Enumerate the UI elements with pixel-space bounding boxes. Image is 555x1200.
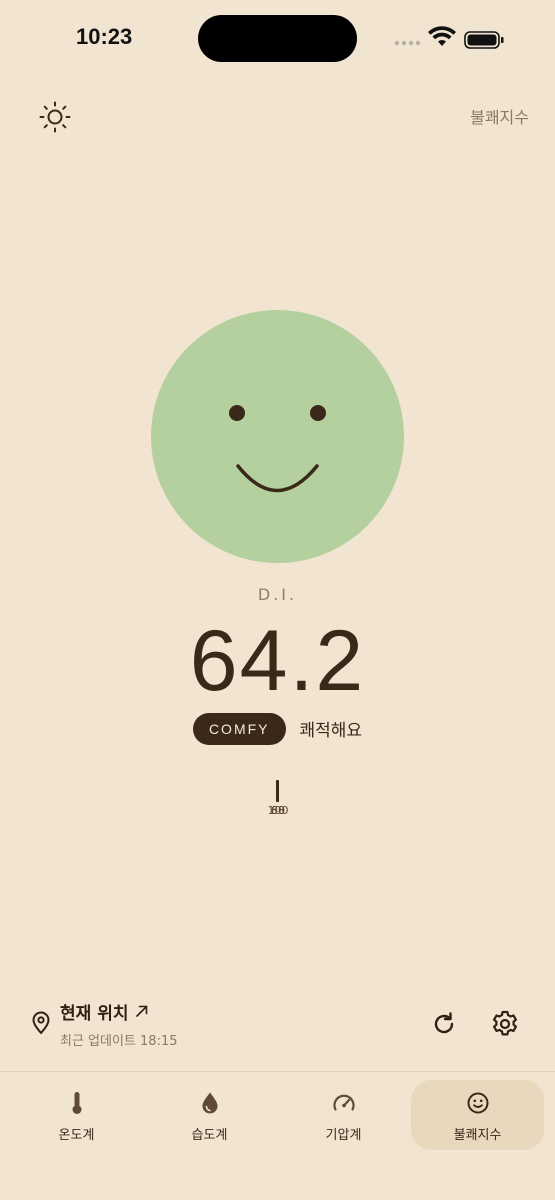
tab-label: 기압계 (325, 1128, 362, 1143)
theme-toggle-button[interactable] (38, 100, 72, 134)
status-description: 쾌적해요 (299, 720, 363, 741)
sun-icon (39, 101, 71, 133)
location-pin-icon (32, 1011, 50, 1034)
last-updated-text: 최근 업데이트 18:15 (60, 1034, 178, 1049)
tab-bar: 온도계 습도계 기압계 불쾌지수 (0, 1072, 555, 1200)
status-row: COMFY 쾌적해요 (0, 712, 555, 746)
settings-button[interactable] (490, 1009, 520, 1039)
top-bar: 불쾌지수 (0, 90, 555, 140)
page-title: 불쾌지수 (470, 108, 529, 127)
refresh-icon (434, 1012, 454, 1034)
external-arrow-icon[interactable] (134, 1003, 150, 1019)
droplet-icon (202, 1092, 218, 1114)
tab-label: 불쾌지수 (453, 1128, 502, 1143)
right-eye (310, 405, 326, 421)
mood-face (151, 310, 404, 563)
gauge-icon (333, 1094, 355, 1111)
dynamic-island (198, 15, 357, 62)
gauge-label: 80 (271, 804, 285, 817)
status-icons (393, 26, 508, 50)
gear-icon (493, 1010, 517, 1036)
status-badge: COMFY (192, 713, 286, 745)
gauge-marker: 100 68 80 (258, 780, 298, 824)
cellular-signal-icon (394, 40, 421, 46)
tab-hygrometer[interactable]: 습도계 (143, 1080, 276, 1150)
tab-label: 온도계 (58, 1128, 95, 1143)
tab-barometer[interactable]: 기압계 (277, 1080, 410, 1150)
tab-label: 습도계 (191, 1128, 228, 1143)
location-title[interactable]: 현재 위치 (60, 999, 128, 1024)
face-circle (151, 310, 404, 563)
smiley-icon (467, 1092, 489, 1114)
gauge-tick (276, 780, 279, 802)
battery-icon (464, 31, 504, 49)
tab-discomfort-index[interactable]: 불쾌지수 (411, 1080, 544, 1150)
tab-thermometer[interactable]: 온도계 (10, 1080, 143, 1150)
left-eye (229, 405, 245, 421)
index-value: 64.2 (189, 613, 366, 709)
status-time: 10:23 (76, 24, 133, 49)
wifi-icon (428, 26, 456, 46)
location-bar: 현재 위치 최근 업데이트 18:15 (0, 995, 555, 1055)
status-bar: 10:23 (0, 0, 555, 80)
gauge-labels: 100 68 80 (258, 804, 298, 818)
thermometer-icon (72, 1092, 82, 1114)
refresh-button[interactable] (431, 1011, 457, 1037)
index-label: D.I. (257, 585, 298, 604)
